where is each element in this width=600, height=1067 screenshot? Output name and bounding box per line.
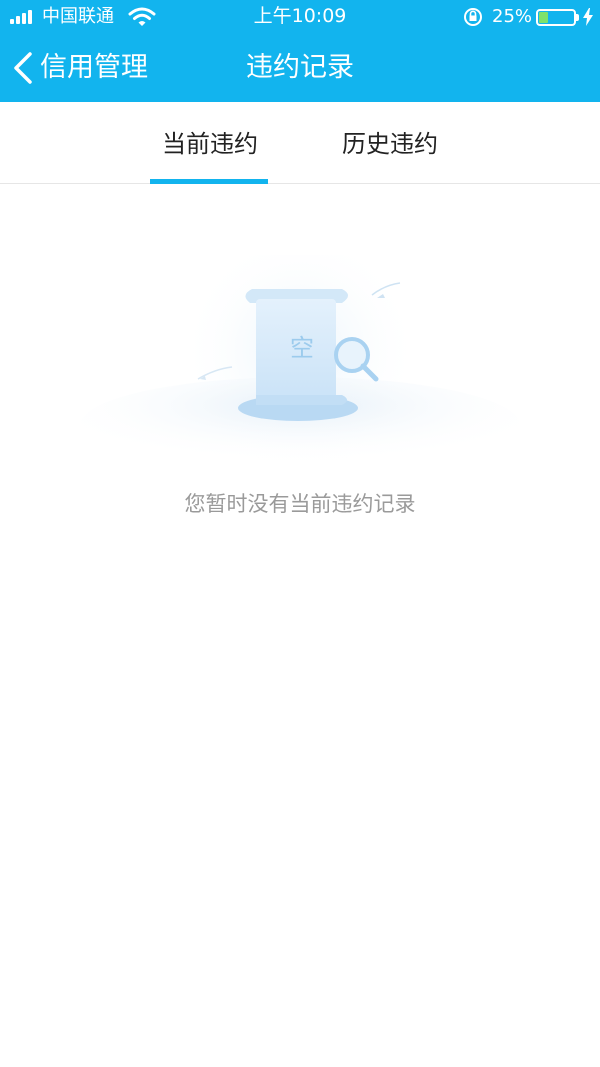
empty-state-message: 您暂时没有当前违约记录 (184, 492, 416, 516)
navigation-bar: 信用管理 违约记录 (0, 34, 600, 102)
tab-label: 历史违约 (342, 130, 438, 158)
active-tab-indicator (150, 179, 268, 184)
battery-icon (536, 9, 576, 26)
status-bar: 中国联通 上午10:09 25% (0, 0, 600, 34)
chevron-left-icon (14, 52, 32, 84)
back-button[interactable]: 信用管理 (8, 46, 158, 90)
charging-bolt-icon (583, 8, 593, 26)
empty-state-illustration: 空 (80, 255, 520, 473)
page-title: 违约记录 (246, 52, 354, 83)
battery-percent: 25% (492, 6, 533, 27)
empty-placeholder-text: 空 (290, 334, 314, 362)
rotation-lock-icon (464, 8, 482, 26)
tab-label: 当前违约 (162, 130, 258, 158)
tab-current-violations[interactable]: 当前违约 (140, 102, 280, 184)
battery-cap (576, 14, 579, 21)
battery-level (539, 12, 548, 23)
tab-bar: 当前违约 历史违约 (0, 102, 600, 184)
tab-history-violations[interactable]: 历史违约 (320, 102, 460, 184)
top-bar: 中国联通 上午10:09 25% 信用管理 违约记录 (0, 0, 600, 102)
back-button-label: 信用管理 (40, 52, 148, 83)
